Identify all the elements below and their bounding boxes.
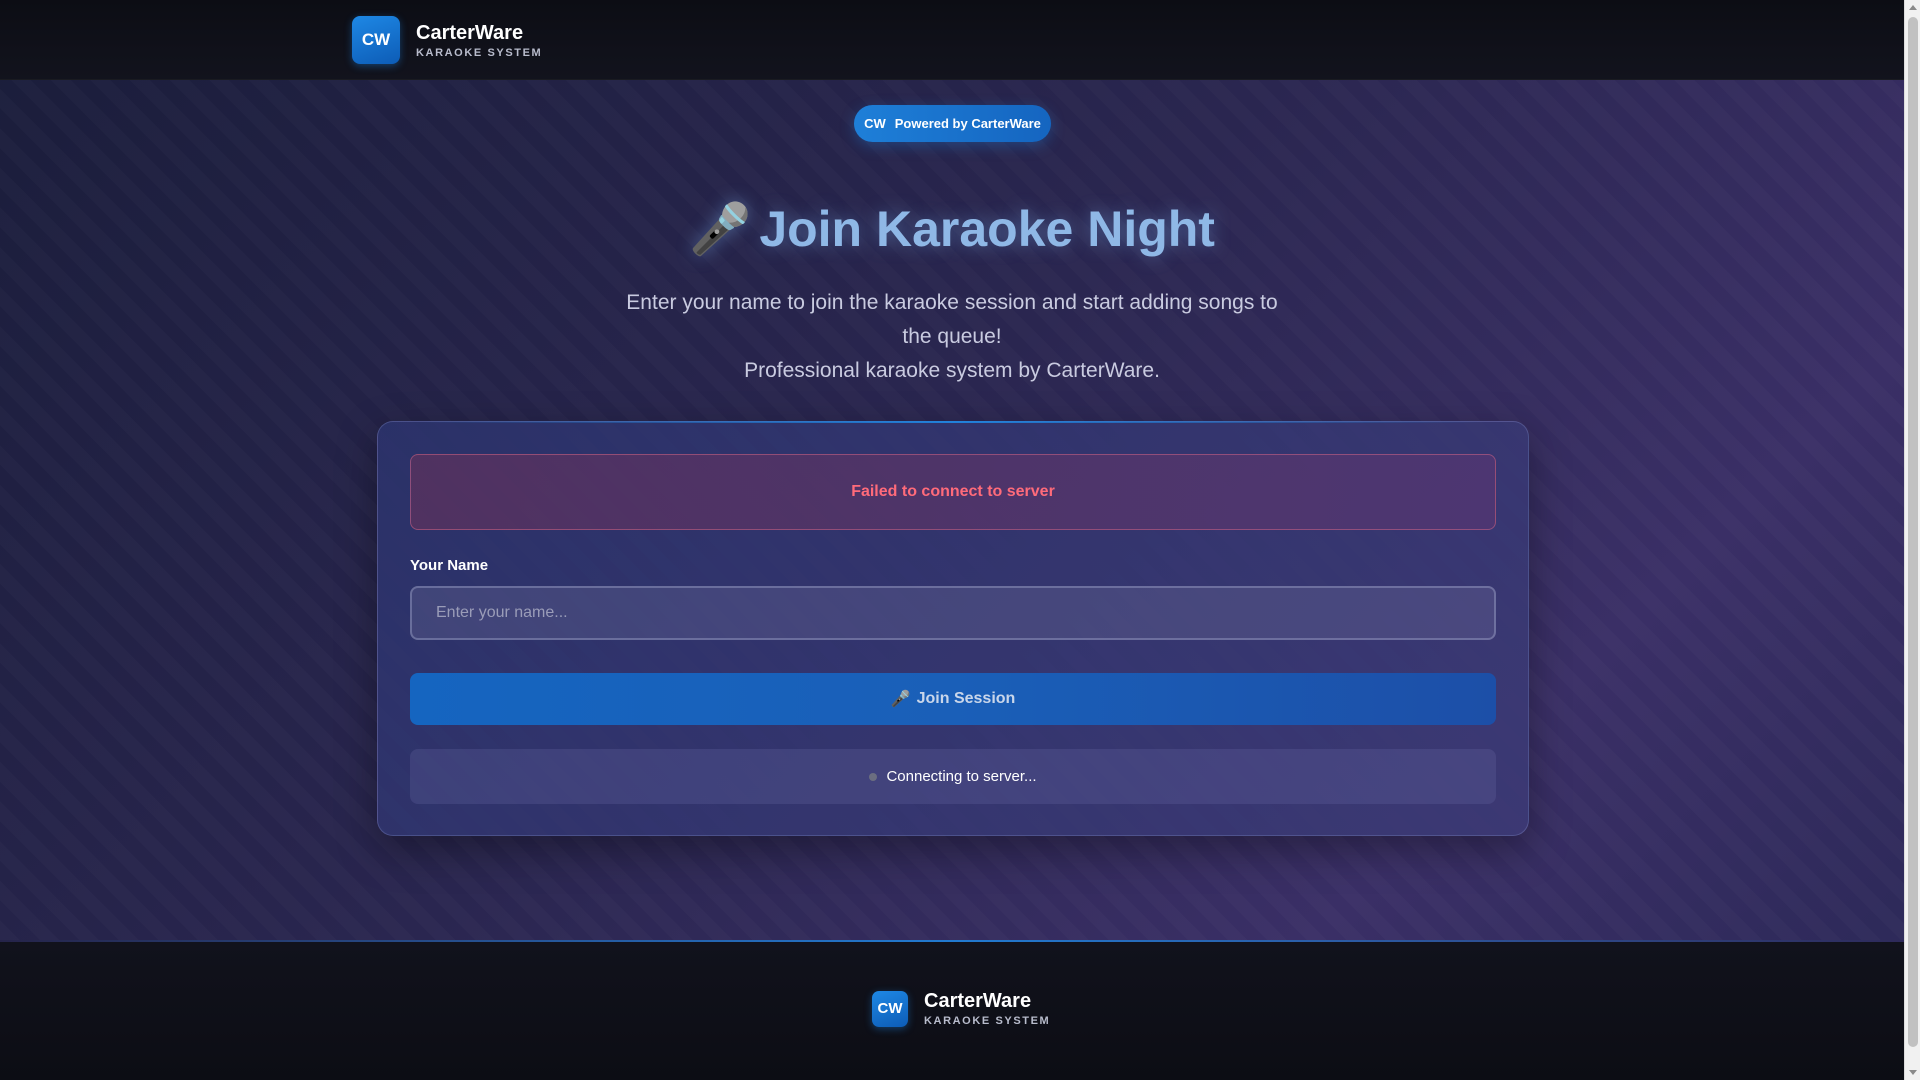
join-session-label: Join Session (916, 690, 1016, 707)
error-message: Failed to connect to server (410, 454, 1496, 530)
header: CW CarterWare KARAOKE SYSTEM (0, 0, 1904, 80)
microphone-icon: 🎤 (890, 691, 911, 708)
footer: CW CarterWare KARAOKE SYSTEM (0, 942, 1904, 1080)
page: CW CarterWare KARAOKE SYSTEM CW Powered … (0, 0, 1920, 1080)
name-input[interactable] (410, 586, 1496, 640)
scroll-up-icon[interactable] (1909, 5, 1917, 10)
status-dot-icon (869, 772, 878, 781)
header-brand[interactable]: CW CarterWare KARAOKE SYSTEM (352, 16, 542, 64)
brand-text: CarterWare KARAOKE SYSTEM (416, 22, 542, 59)
powered-label: Powered by CarterWare (894, 116, 1041, 131)
name-label: Your Name (410, 557, 489, 574)
footer-brand-subtitle: KARAOKE SYSTEM (924, 1015, 1051, 1027)
connection-status: Connecting to server... (410, 749, 1496, 804)
card-accent-line (418, 421, 1488, 423)
scroll-down-icon[interactable] (1909, 1070, 1917, 1075)
page-title: 🎤 Join Karaoke Night (0, 200, 1904, 259)
scroll-thumb[interactable] (1908, 17, 1918, 1047)
powered-by-badge: CW Powered by CarterWare (854, 105, 1051, 142)
footer-brand-text: CarterWare KARAOKE SYSTEM (924, 990, 1050, 1027)
join-card: Failed to connect to server Your Name 🎤 … (377, 421, 1529, 836)
page-subtitle: Enter your name to join the karaoke sess… (612, 286, 1292, 388)
footer-logo: CW (872, 990, 908, 1027)
powered-logo: CW (864, 116, 886, 131)
microphone-icon: 🎤 (689, 201, 752, 257)
footer-brand-name: CarterWare (924, 990, 1032, 1012)
join-session-button[interactable]: 🎤 Join Session (410, 673, 1496, 725)
vertical-scrollbar[interactable] (1904, 0, 1920, 1080)
connection-status-text: Connecting to server... (886, 768, 1037, 785)
subtitle-line-2: Professional karaoke system by CarterWar… (744, 359, 1160, 382)
page-title-text: Join Karaoke Night (759, 201, 1215, 257)
brand-logo: CW (352, 16, 400, 64)
footer-brand: CW CarterWare KARAOKE SYSTEM (872, 990, 1050, 1027)
brand-subtitle: KARAOKE SYSTEM (416, 46, 543, 59)
brand-name: CarterWare (416, 21, 524, 44)
subtitle-line-1: Enter your name to join the karaoke sess… (626, 291, 1278, 348)
